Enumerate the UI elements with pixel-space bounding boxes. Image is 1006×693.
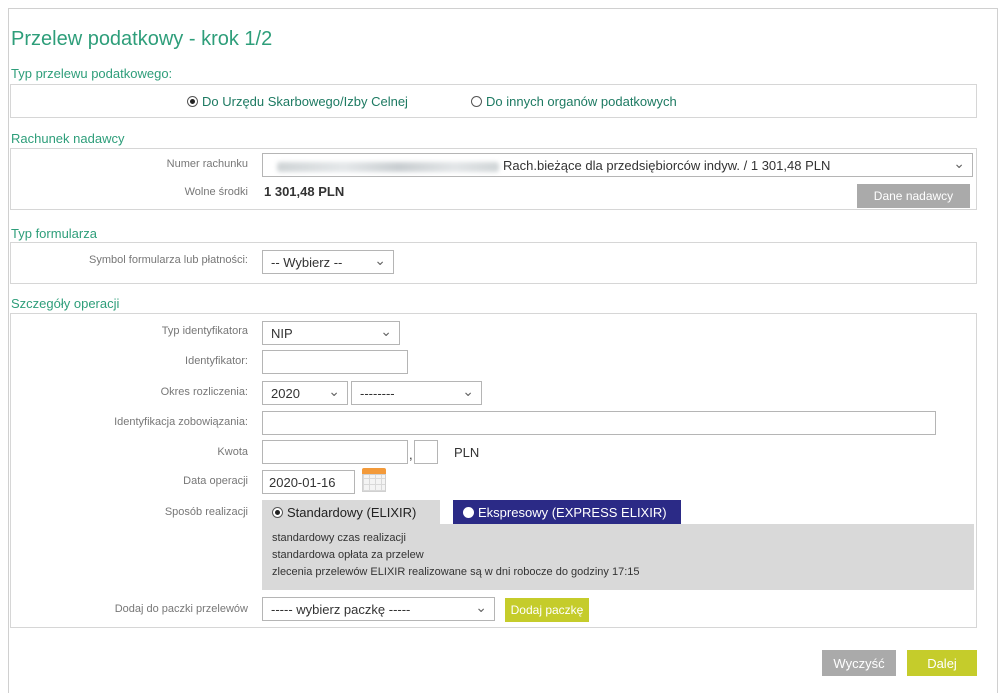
funds-value: 1 301,48 PLN — [264, 184, 345, 199]
radio-unselected-icon — [471, 96, 482, 107]
currency-label: PLN — [454, 445, 480, 460]
masked-account-number — [277, 162, 499, 172]
account-label: Numer rachunku — [166, 158, 248, 170]
chevron-down-icon: ⌄ — [475, 599, 487, 615]
mode-express-label: Ekspresowy (EXPRESS ELIXIR) — [478, 505, 667, 520]
amount-label: Kwota — [217, 446, 248, 458]
chevron-down-icon: ⌄ — [953, 155, 965, 171]
calendar-icon[interactable] — [360, 466, 388, 494]
next-button[interactable]: Dalej — [907, 650, 977, 676]
amount-whole-input[interactable] — [262, 440, 408, 464]
package-value: ----- wybierz paczkę ----- — [271, 602, 411, 617]
mode-info-line: zlecenia przelewów ELIXIR realizowane są… — [272, 566, 640, 578]
package-label: Dodaj do paczki przelewów — [114, 603, 248, 615]
period-label: Okres rozliczenia: — [160, 386, 248, 398]
form-type-heading: Typ formularza — [11, 226, 97, 241]
chevron-down-icon: ⌄ — [462, 383, 474, 399]
sender-details-button[interactable]: Dane nadawcy — [857, 184, 970, 208]
radio-tax-office-label: Do Urzędu Skarbowego/Izby Celnej — [202, 94, 408, 109]
symbol-select[interactable]: -- Wybierz -- ⌄ — [262, 250, 394, 274]
identifier-input[interactable] — [262, 350, 408, 374]
period-type-value: -------- — [360, 386, 395, 401]
funds-label: Wolne środki — [184, 186, 248, 198]
period-type-select[interactable]: -------- ⌄ — [351, 381, 482, 405]
mode-express-tab[interactable]: Ekspresowy (EXPRESS ELIXIR) — [453, 500, 681, 526]
date-label: Data operacji — [183, 475, 248, 487]
radio-unselected-icon — [463, 507, 474, 518]
date-input[interactable]: 2020-01-16 — [262, 470, 355, 494]
radio-selected-icon — [272, 507, 283, 518]
page-title: Przelew podatkowy - krok 1/2 — [11, 28, 273, 50]
obligation-input[interactable] — [262, 411, 936, 435]
chevron-down-icon: ⌄ — [374, 252, 386, 268]
id-type-label: Typ identyfikatora — [161, 325, 248, 337]
clear-button[interactable]: Wyczyść — [822, 650, 896, 676]
chevron-down-icon: ⌄ — [328, 383, 340, 399]
id-type-select[interactable]: NIP ⌄ — [262, 321, 400, 345]
mode-standard-tab[interactable]: Standardowy (ELIXIR) — [262, 500, 440, 526]
mode-info-line: standardowa opłata za przelew — [272, 549, 424, 561]
chevron-down-icon: ⌄ — [380, 323, 392, 339]
id-type-value: NIP — [271, 326, 293, 341]
mode-info-line: standardowy czas realizacji — [272, 532, 406, 544]
symbol-value: -- Wybierz -- — [271, 255, 343, 270]
transfer-type-heading: Typ przelewu podatkowego: — [11, 66, 173, 81]
period-year-value: 2020 — [271, 386, 300, 401]
symbol-label: Symbol formularza lub płatności: — [89, 254, 248, 266]
sender-heading: Rachunek nadawcy — [11, 131, 125, 146]
radio-other-authorities[interactable]: Do innych organów podatkowych — [471, 94, 677, 109]
account-value: Rach.bieżące dla przedsiębiorców indyw. … — [503, 158, 831, 173]
identifier-label: Identyfikator: — [185, 355, 248, 367]
mode-info-panel: standardowy czas realizacji standardowa … — [262, 524, 974, 590]
package-select[interactable]: ----- wybierz paczkę ----- ⌄ — [262, 597, 495, 621]
details-heading: Szczegóły operacji — [11, 296, 120, 311]
period-year-select[interactable]: 2020 ⌄ — [262, 381, 348, 405]
mode-label: Sposób realizacji — [164, 506, 248, 518]
add-package-button[interactable]: Dodaj paczkę — [505, 598, 589, 622]
radio-selected-icon — [187, 96, 198, 107]
amount-fraction-input[interactable] — [414, 440, 438, 464]
amount-separator: , — [409, 447, 413, 462]
radio-other-authorities-label: Do innych organów podatkowych — [486, 94, 677, 109]
mode-standard-label: Standardowy (ELIXIR) — [287, 505, 417, 520]
obligation-label: Identyfikacja zobowiązania: — [114, 416, 248, 428]
radio-tax-office[interactable]: Do Urzędu Skarbowego/Izby Celnej — [187, 94, 408, 109]
